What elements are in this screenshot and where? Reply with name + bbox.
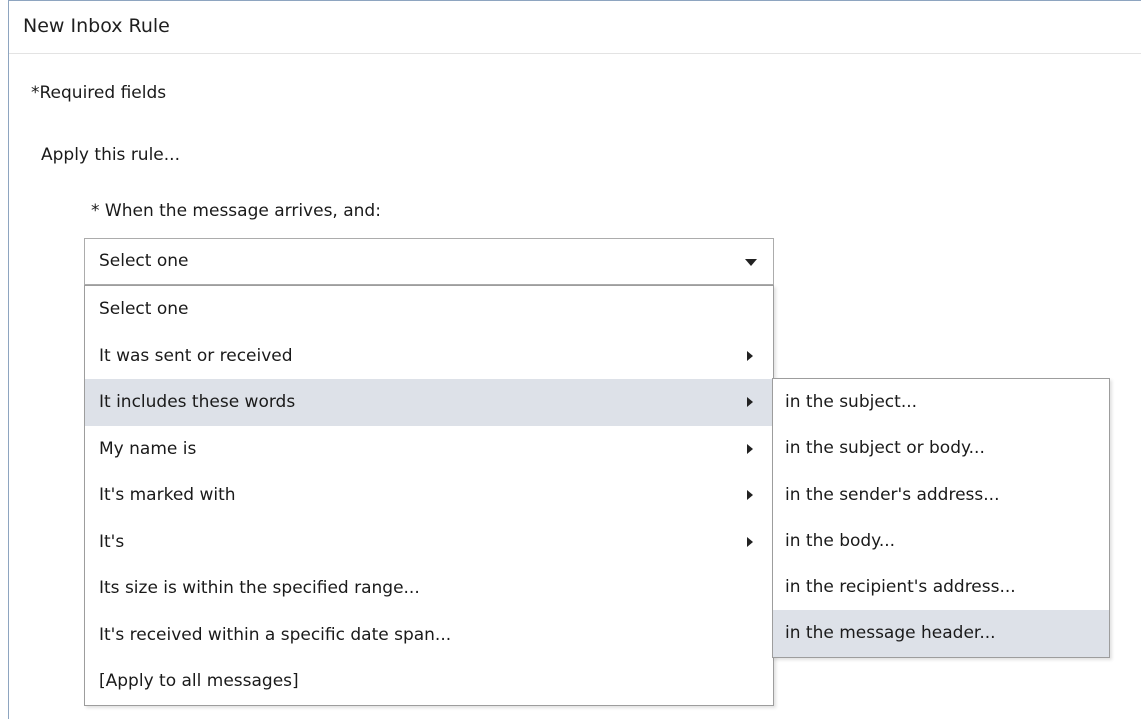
- chevron-right-icon: [747, 536, 753, 547]
- submenu-item-label: in the recipient's address...: [785, 577, 1016, 598]
- title-bar: New Inbox Rule: [9, 1, 1141, 54]
- submenu-item-subject[interactable]: in the subject...: [773, 379, 1109, 425]
- menu-item-label: Its size is within the specified range..…: [99, 578, 420, 598]
- menu-item-label: [Apply to all messages]: [99, 671, 299, 691]
- includes-words-submenu: in the subject... in the subject or body…: [772, 378, 1110, 658]
- submenu-item-subject-or-body[interactable]: in the subject or body...: [773, 425, 1109, 471]
- menu-item-label: My name is: [99, 438, 197, 459]
- menu-item-size-range[interactable]: Its size is within the specified range..…: [85, 565, 773, 612]
- menu-item-select-one[interactable]: Select one: [85, 286, 773, 333]
- submenu-item-label: in the subject or body...: [785, 438, 985, 459]
- when-message-arrives-label: * When the message arrives, and:: [91, 201, 381, 221]
- submenu-item-label: in the sender's address...: [785, 484, 1000, 505]
- apply-rule-label: Apply this rule...: [41, 145, 180, 165]
- chevron-right-icon: [747, 443, 753, 454]
- menu-item-label: It's marked with: [99, 485, 236, 505]
- menu-item-apply-to-all[interactable]: [Apply to all messages]: [85, 658, 773, 705]
- submenu-item-label: in the subject...: [785, 392, 918, 412]
- menu-item-date-span[interactable]: It's received within a specific date spa…: [85, 612, 773, 659]
- submenu-item-recipient-address[interactable]: in the recipient's address...: [773, 564, 1109, 610]
- new-inbox-rule-window: New Inbox Rule *Required fields Apply th…: [8, 0, 1141, 719]
- menu-item-its[interactable]: It's: [85, 519, 773, 566]
- dropdown-selected-value: Select one: [99, 251, 189, 271]
- menu-item-label: Select one: [99, 299, 189, 319]
- required-fields-note: *Required fields: [31, 83, 167, 103]
- submenu-item-sender-address[interactable]: in the sender's address...: [773, 472, 1109, 518]
- menu-item-marked-with[interactable]: It's marked with: [85, 472, 773, 519]
- menu-item-includes-words[interactable]: It includes these words: [85, 379, 773, 426]
- condition-dropdown-menu: Select one It was sent or received It in…: [84, 285, 774, 706]
- chevron-right-icon: [747, 490, 753, 500]
- chevron-down-icon: [745, 259, 757, 266]
- menu-item-my-name-is[interactable]: My name is: [85, 426, 773, 473]
- chevron-right-icon: [747, 397, 753, 407]
- chevron-right-icon: [747, 350, 753, 361]
- menu-item-label: It includes these words: [99, 392, 296, 412]
- menu-item-sent-or-received[interactable]: It was sent or received: [85, 333, 773, 380]
- condition-dropdown[interactable]: Select one: [84, 238, 774, 285]
- submenu-item-message-header[interactable]: in the message header...: [773, 610, 1109, 657]
- submenu-item-label: in the body...: [785, 530, 896, 551]
- menu-item-label: It's: [99, 531, 125, 552]
- submenu-item-label: in the message header...: [785, 623, 996, 644]
- window-title: New Inbox Rule: [23, 15, 170, 37]
- menu-item-label: It's received within a specific date spa…: [99, 624, 452, 645]
- submenu-item-body[interactable]: in the body...: [773, 518, 1109, 564]
- menu-item-label: It was sent or received: [99, 345, 293, 366]
